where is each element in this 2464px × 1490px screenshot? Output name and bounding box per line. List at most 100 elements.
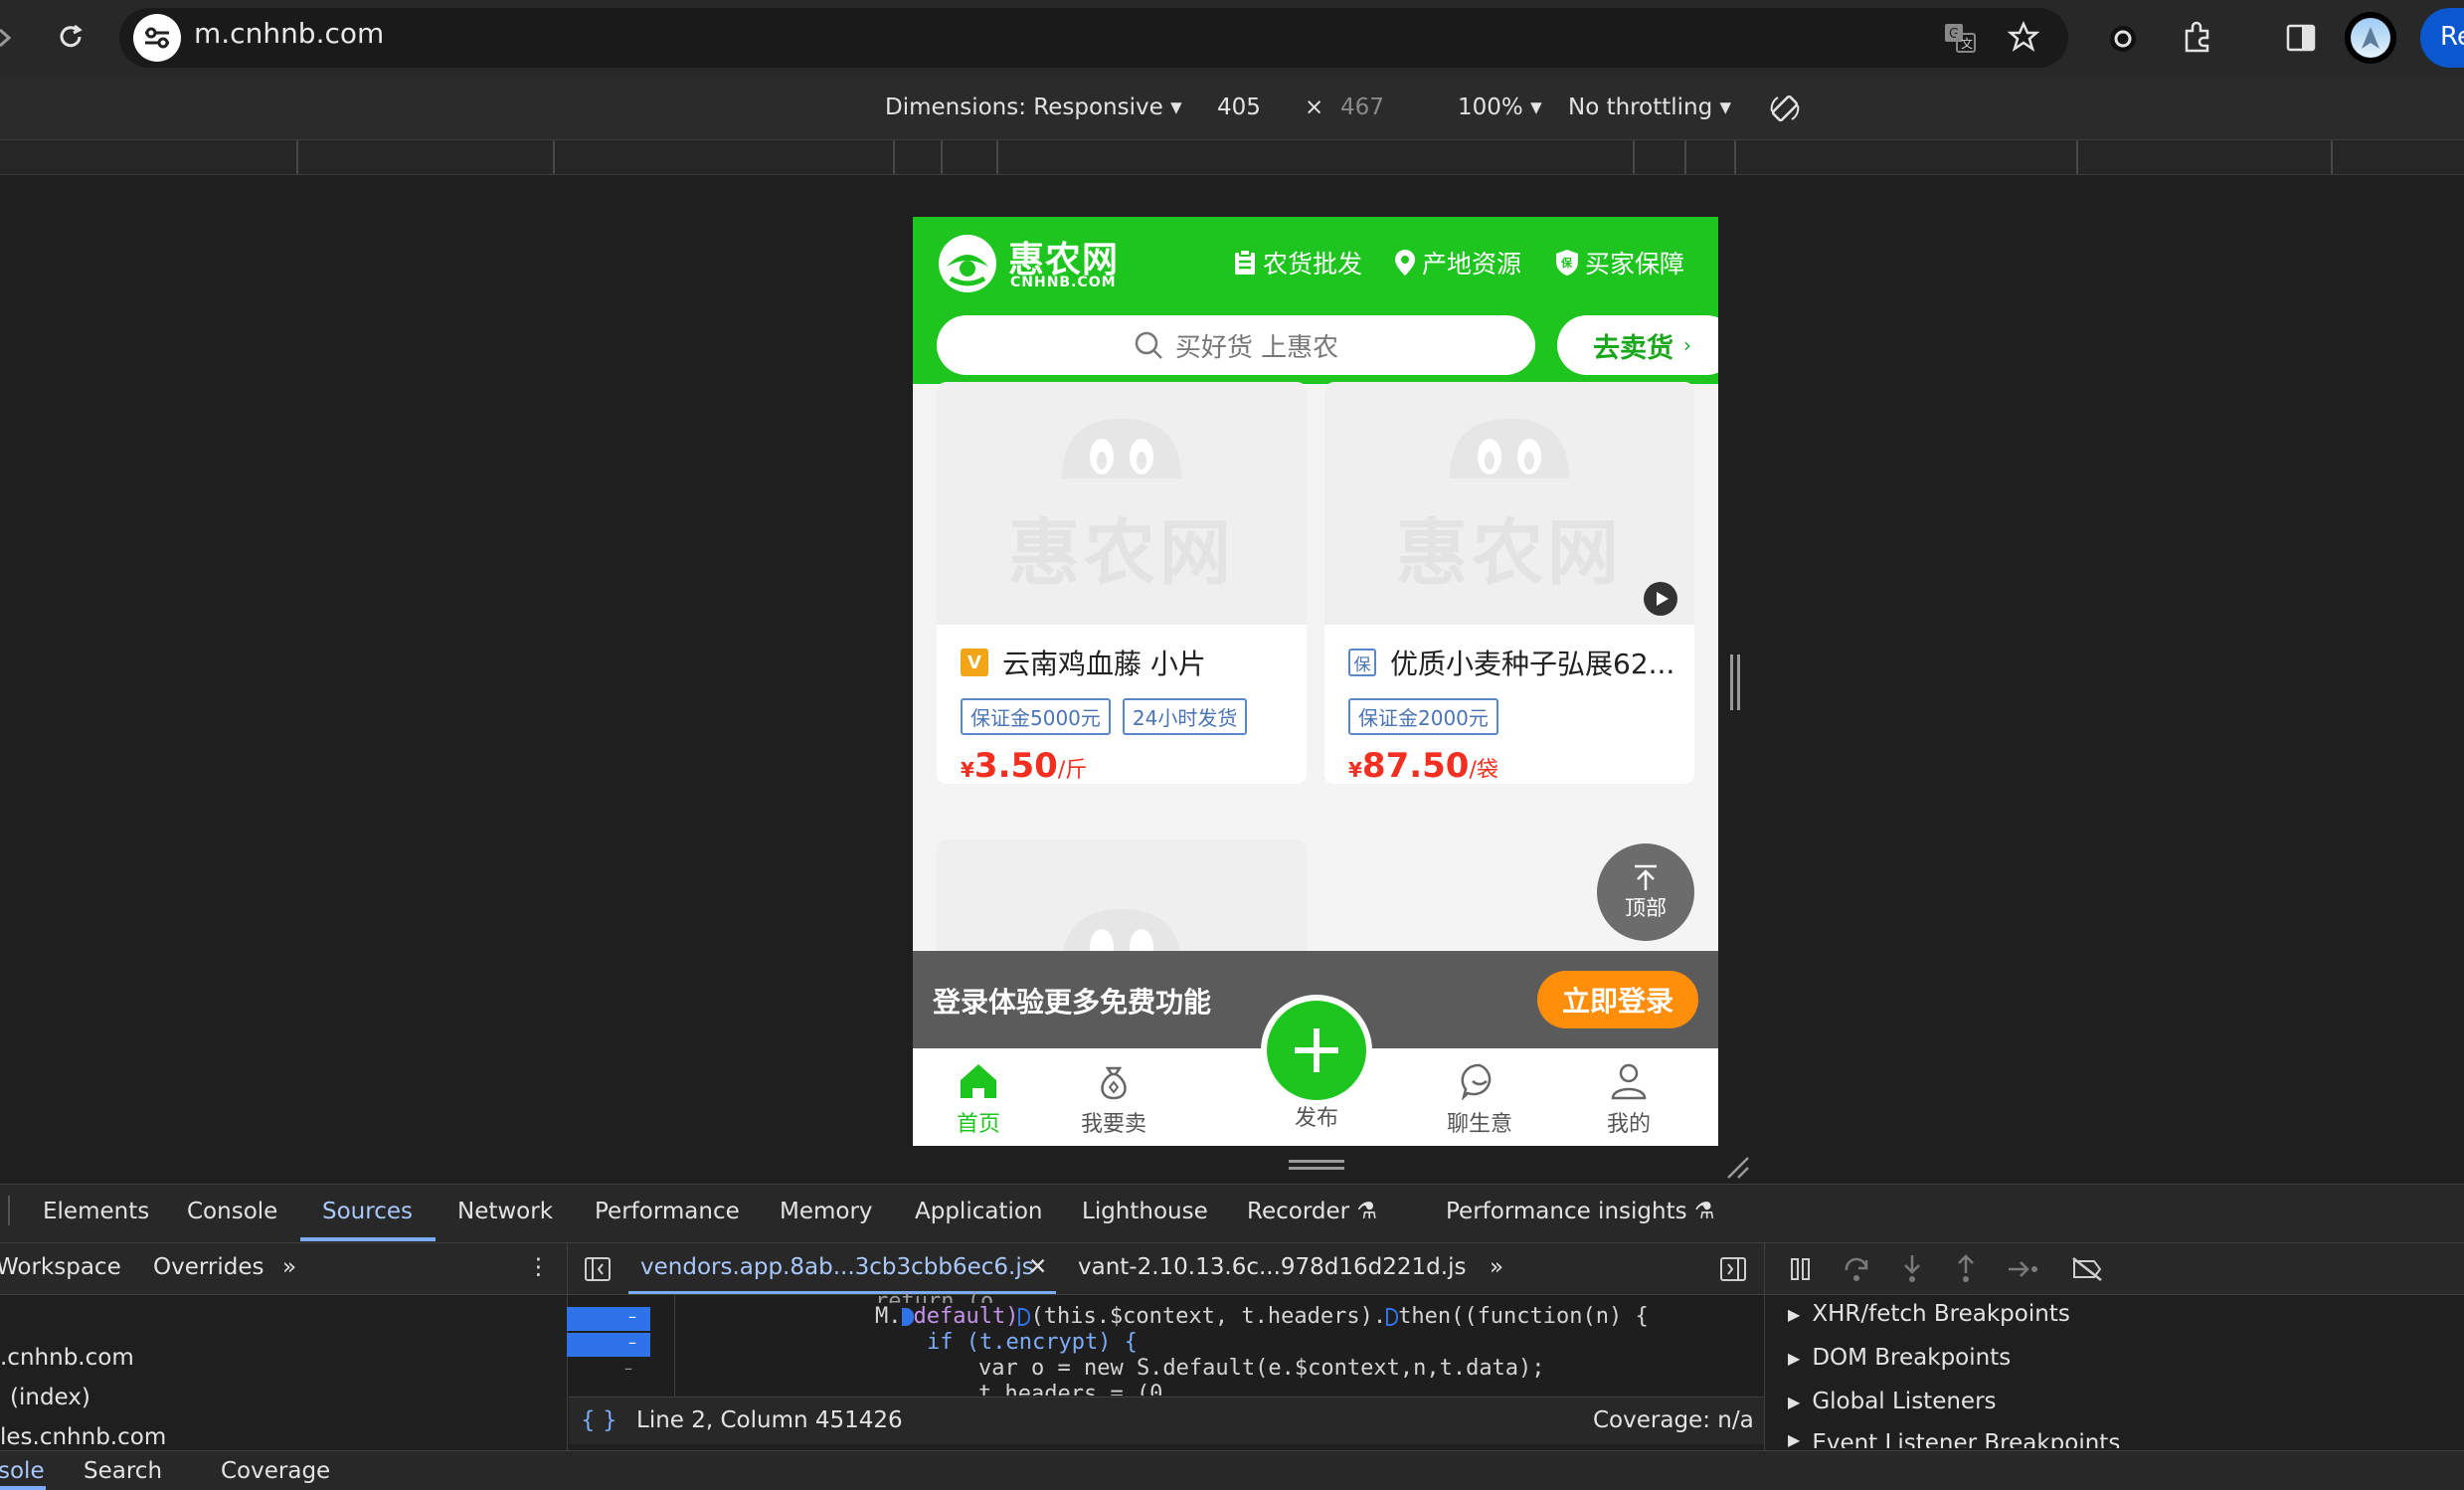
- toggle-navigator-icon[interactable]: [581, 1253, 615, 1285]
- breakpoint-marker[interactable]: –: [567, 1307, 650, 1331]
- nav-origin[interactable]: 产地资源: [1394, 245, 1521, 280]
- drawer-tab-console[interactable]: sole: [0, 1458, 45, 1484]
- price-value: 87.50: [1361, 746, 1470, 784]
- step-over-icon[interactable]: [1840, 1253, 1873, 1285]
- tab-application[interactable]: Application: [915, 1199, 1043, 1224]
- tab-mine[interactable]: 我的: [1569, 1054, 1688, 1144]
- drawer-tab-coverage[interactable]: Coverage: [221, 1458, 330, 1484]
- step-icon[interactable]: [2005, 1253, 2042, 1285]
- caret-right-icon: ▶: [1788, 1430, 1801, 1448]
- code-token: (this.$context, t.headers).: [1030, 1304, 1387, 1329]
- bookmark-star-icon[interactable]: [2005, 18, 2042, 56]
- product-card[interactable]: 惠农网 保 优质小麦种子弘展62... 保证金2000元 ¥ 87.50 /袋: [1324, 382, 1694, 784]
- rotate-icon[interactable]: [1766, 90, 1804, 127]
- tab-performance-insights[interactable]: Performance insights ⚗: [1446, 1199, 1715, 1224]
- watermark-mascot-icon: [1062, 418, 1181, 478]
- inline-breakpoint-icon[interactable]: [1018, 1308, 1031, 1326]
- height-input[interactable]: 467: [1340, 94, 1384, 120]
- throttling-dropdown[interactable]: No throttling ▾: [1568, 94, 1731, 120]
- logo-subtitle: CNHNB.COM: [1010, 275, 1117, 290]
- extension-record-icon[interactable]: [2106, 22, 2140, 56]
- close-tab-icon[interactable]: ✕: [1028, 1254, 1047, 1280]
- more-tabs-chevron-icon[interactable]: »: [282, 1254, 296, 1280]
- file-tab-vant[interactable]: vant-2.10.13.6c...978d16d221d.js: [1078, 1254, 1466, 1280]
- product-card[interactable]: 惠农网 V 云南鸡血藤 小片 保证金5000元 24小时发货 ¥ 3.50 /斤: [937, 382, 1307, 784]
- resize-handle-corner[interactable]: [1724, 1154, 1750, 1180]
- ruler-tick: [893, 140, 895, 174]
- search-input[interactable]: 买好货 上惠农: [937, 315, 1535, 375]
- section-global-listeners[interactable]: ▶ Global Listeners: [1788, 1389, 1997, 1414]
- url-text[interactable]: m.cnhnb.com: [194, 17, 384, 50]
- profile-avatar[interactable]: [2345, 12, 2396, 64]
- side-panel-icon[interactable]: [2283, 20, 2319, 56]
- tab-elements[interactable]: Elements: [43, 1199, 149, 1224]
- width-input[interactable]: 405: [1217, 94, 1261, 120]
- inline-breakpoint-icon[interactable]: [901, 1308, 914, 1326]
- chat-bubble-icon: [1461, 1063, 1492, 1100]
- login-button[interactable]: 立即登录: [1537, 971, 1698, 1028]
- reload-icon[interactable]: [52, 18, 89, 56]
- nav-buyer-protection[interactable]: 保 买家保障: [1555, 245, 1684, 280]
- media-query-ruler[interactable]: [0, 139, 2464, 175]
- extensions-puzzle-icon[interactable]: [2178, 18, 2217, 58]
- price-value: 3.50: [973, 746, 1058, 784]
- dimensions-dropdown[interactable]: Dimensions: Responsive ▾: [885, 94, 1182, 120]
- tree-item-files-domain[interactable]: les.cnhnb.com: [0, 1424, 166, 1450]
- translate-icon[interactable]: G文: [1941, 20, 1979, 56]
- tab-recorder[interactable]: Recorder ⚗: [1247, 1199, 1377, 1224]
- tab-chat[interactable]: 聊生意: [1420, 1054, 1539, 1144]
- gutter-divider: [674, 1295, 675, 1397]
- address-bar[interactable]: [119, 8, 2068, 68]
- breakpoint-marker[interactable]: –: [567, 1333, 650, 1357]
- ruler-tick: [1684, 140, 1686, 174]
- tab-lighthouse[interactable]: Lighthouse: [1082, 1199, 1208, 1224]
- nav-tab-workspace[interactable]: Workspace: [0, 1254, 121, 1280]
- money-bag-icon: [1101, 1066, 1127, 1100]
- tab-network[interactable]: Network: [457, 1199, 553, 1224]
- code-line-partial: return (o,: [875, 1289, 1007, 1303]
- flask-icon: ⚗: [1693, 1199, 1715, 1224]
- logo-icon: [939, 235, 996, 292]
- more-files-chevron-icon[interactable]: »: [1490, 1254, 1503, 1280]
- product-price: ¥ 87.50 /袋: [1348, 746, 1498, 784]
- logo[interactable]: [937, 233, 998, 294]
- drawer-tab-search[interactable]: Search: [84, 1458, 162, 1484]
- pretty-print-icon[interactable]: { }: [581, 1407, 617, 1433]
- file-tab-vendors[interactable]: vendors.app.8ab...3cb3cbb6ec6.js: [640, 1254, 1034, 1280]
- search-placeholder: 买好货 上惠农: [1174, 332, 1339, 363]
- times-separator: ×: [1305, 94, 1324, 120]
- deactivate-breakpoints-icon[interactable]: [2068, 1253, 2106, 1285]
- video-play-icon[interactable]: [1643, 581, 1678, 617]
- divider: [8, 1196, 10, 1225]
- resize-handle-bottom[interactable]: [1289, 1160, 1344, 1174]
- inline-breakpoint-icon[interactable]: [1386, 1308, 1399, 1326]
- tab-home[interactable]: 首页: [919, 1054, 1038, 1144]
- tab-performance[interactable]: Performance: [595, 1199, 740, 1224]
- more-options-icon[interactable]: ⋮: [527, 1254, 550, 1280]
- tab-console[interactable]: Console: [187, 1199, 277, 1224]
- publish-button[interactable]: [1261, 995, 1372, 1106]
- nav-tab-overrides[interactable]: Overrides: [153, 1254, 264, 1280]
- toggle-debugger-icon[interactable]: [1716, 1253, 1750, 1285]
- tree-item-index[interactable]: (index): [10, 1385, 90, 1410]
- nav-wholesale[interactable]: 农货批发: [1233, 245, 1362, 280]
- publish-circle: [1267, 1001, 1366, 1100]
- tab-sources[interactable]: Sources: [322, 1199, 413, 1224]
- back-to-top-button[interactable]: 顶部: [1597, 843, 1694, 941]
- tab-memory[interactable]: Memory: [780, 1199, 873, 1224]
- sell-goods-button[interactable]: 去卖货 ›: [1557, 315, 1718, 375]
- section-event-listener-breakpoints[interactable]: ▶ Event Listener Breakpoints: [1788, 1430, 2120, 1448]
- resize-handle-right[interactable]: [1730, 654, 1744, 710]
- section-dom-breakpoints[interactable]: ▶ DOM Breakpoints: [1788, 1345, 2011, 1371]
- forward-icon[interactable]: [0, 26, 16, 50]
- section-xhr-breakpoints[interactable]: ▶ XHR/fetch Breakpoints: [1788, 1301, 2070, 1327]
- zoom-dropdown[interactable]: 100% ▾: [1458, 94, 1542, 120]
- caret-down-icon: ▾: [1170, 94, 1182, 120]
- step-out-icon[interactable]: [1949, 1251, 1983, 1285]
- site-info-icon[interactable]: [133, 14, 181, 62]
- tab-sell[interactable]: 我要卖: [1054, 1054, 1173, 1144]
- step-into-icon[interactable]: [1895, 1251, 1929, 1285]
- pause-icon[interactable]: [1784, 1253, 1818, 1285]
- tree-item-domain[interactable]: .cnhnb.com: [0, 1345, 134, 1371]
- tab-performance-insights-label: Performance insights: [1446, 1199, 1687, 1224]
